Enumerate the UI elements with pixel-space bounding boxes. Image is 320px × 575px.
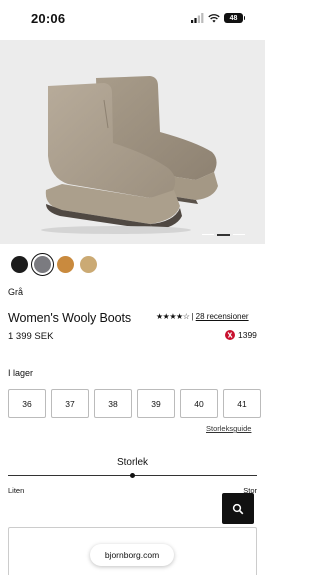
fit-slider-min: Liten bbox=[8, 486, 25, 495]
stock-label: I lager bbox=[8, 368, 34, 378]
battery-icon: 48 bbox=[224, 13, 245, 23]
pager-dot bbox=[233, 234, 245, 235]
size-option[interactable]: 36 bbox=[8, 389, 46, 418]
size-option[interactable]: 40 bbox=[180, 389, 218, 418]
size-options: 36 37 38 39 40 41 bbox=[8, 389, 261, 418]
loyalty-points: 1399 bbox=[225, 330, 257, 340]
wifi-icon bbox=[208, 14, 220, 23]
color-swatches bbox=[11, 253, 97, 276]
search-button[interactable] bbox=[222, 493, 254, 524]
size-option[interactable]: 38 bbox=[94, 389, 132, 418]
product-price: 1 399 SEK bbox=[8, 331, 54, 342]
swatch-black[interactable] bbox=[11, 256, 28, 273]
image-pager bbox=[202, 234, 245, 236]
selected-color-name: Grå bbox=[8, 287, 24, 297]
rating: ★★★★☆ | 28 recensioner bbox=[156, 312, 249, 321]
points-value: 1399 bbox=[238, 330, 257, 340]
rating-stars: ★★★★☆ bbox=[156, 312, 190, 321]
pager-dot bbox=[202, 234, 214, 235]
fit-slider-label: Storlek bbox=[116, 457, 149, 468]
fit-slider-thumb bbox=[130, 473, 135, 478]
boots-image bbox=[41, 76, 218, 234]
swatch-sand[interactable] bbox=[80, 256, 97, 273]
size-option[interactable]: 37 bbox=[51, 389, 89, 418]
size-option[interactable]: 39 bbox=[137, 389, 175, 418]
fit-slider-track bbox=[8, 473, 257, 478]
battery-level: 48 bbox=[229, 14, 238, 22]
points-icon bbox=[225, 330, 235, 340]
reviews-link[interactable]: 28 recensioner bbox=[196, 312, 249, 321]
swatch-cognac[interactable] bbox=[57, 256, 74, 273]
swatch-grey[interactable] bbox=[31, 253, 54, 276]
signal-icon bbox=[191, 13, 204, 23]
search-icon bbox=[232, 503, 244, 514]
size-option[interactable]: 41 bbox=[223, 389, 261, 418]
product-title: Women's Wooly Boots bbox=[8, 311, 131, 325]
pager-dot-active bbox=[217, 234, 230, 236]
browser-url-bar[interactable]: bjornborg.com bbox=[90, 544, 174, 566]
status-icons: 48 bbox=[191, 13, 245, 23]
rating-divider: | bbox=[189, 312, 194, 321]
status-time: 20:06 bbox=[31, 11, 66, 26]
status-bar: 20:06 48 bbox=[0, 0, 265, 40]
size-guide-link[interactable]: Storleksguide bbox=[206, 424, 251, 433]
product-image[interactable] bbox=[0, 40, 265, 244]
